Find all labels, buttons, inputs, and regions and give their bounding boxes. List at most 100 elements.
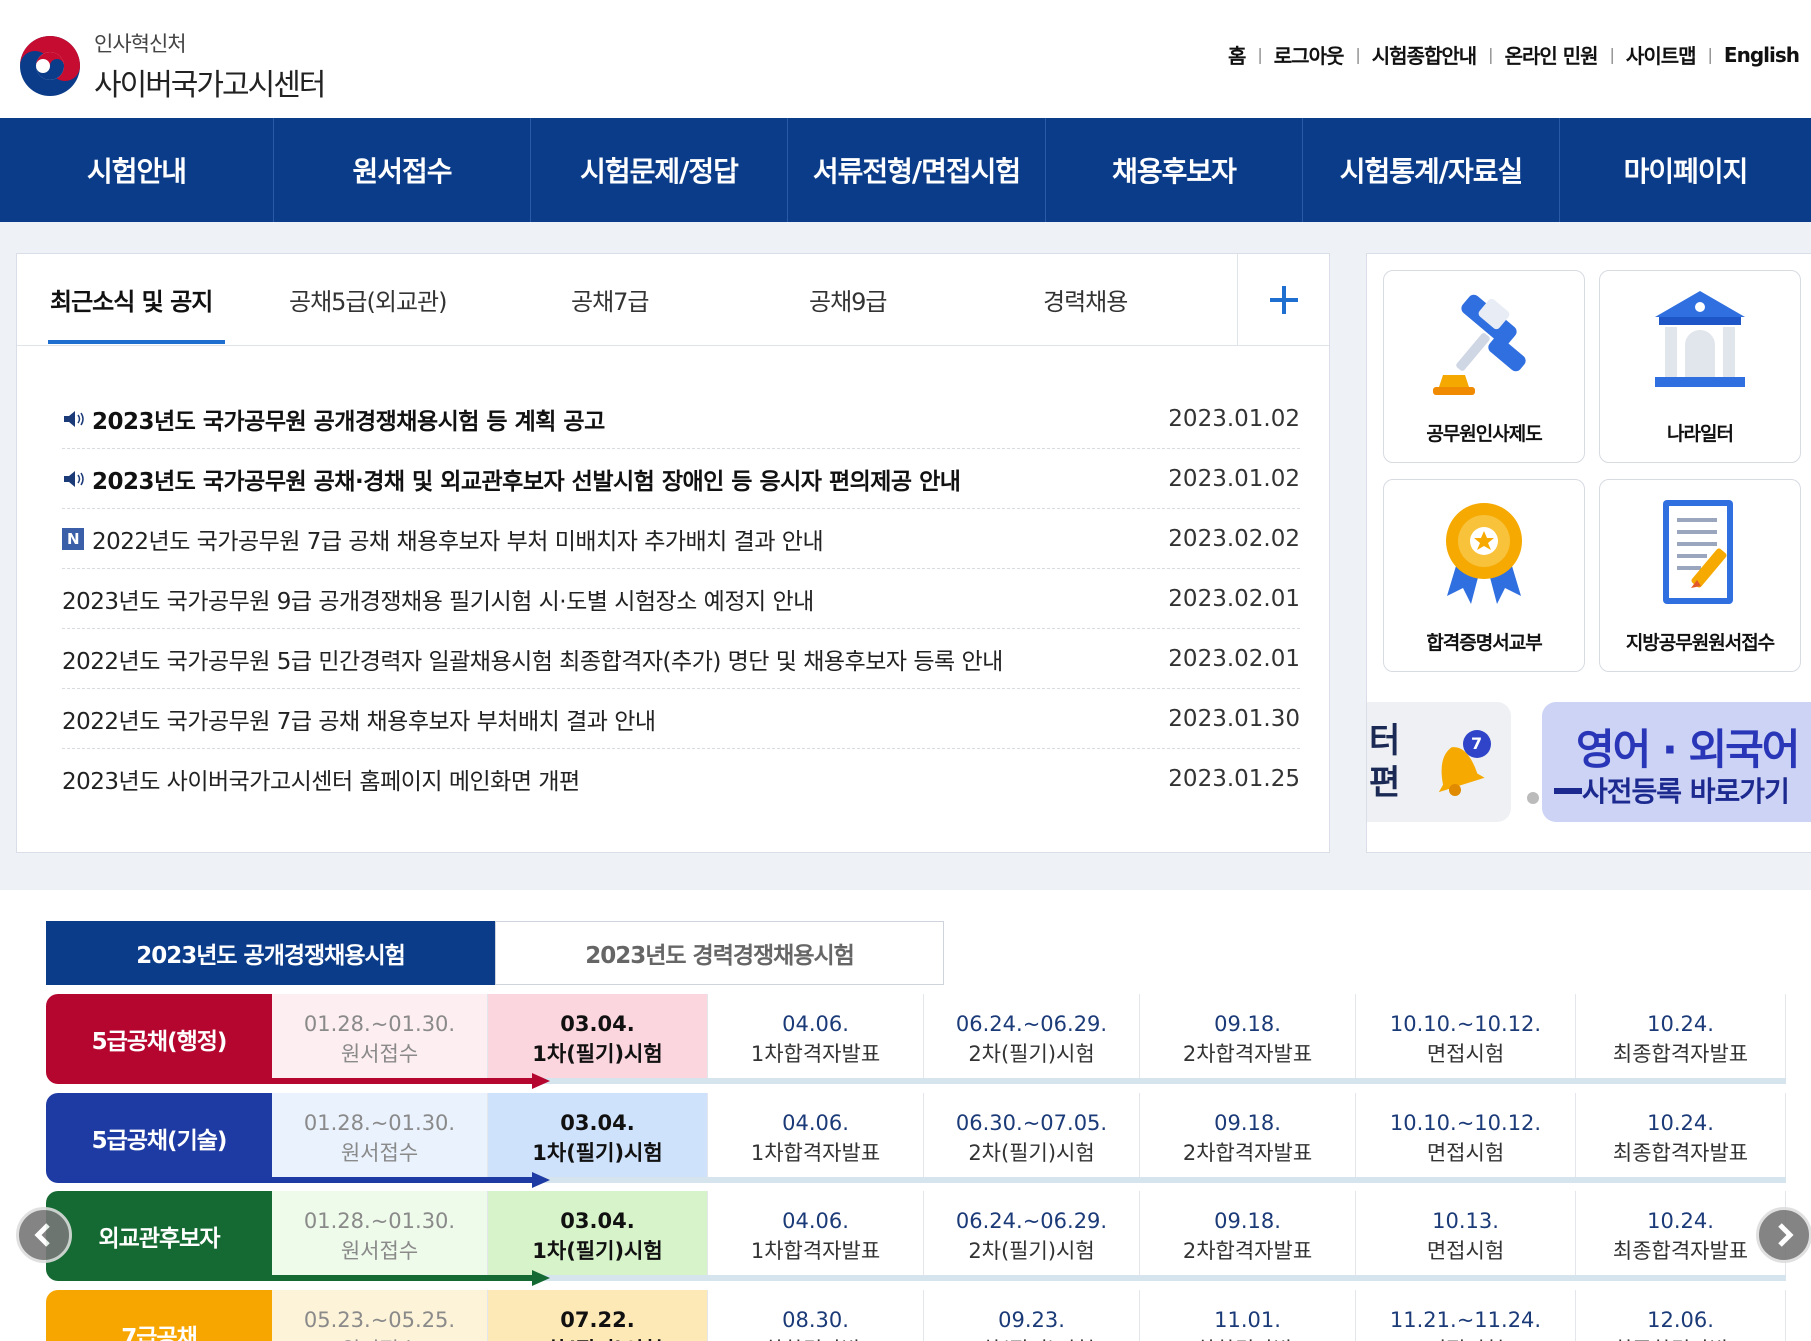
tab-grade9[interactable]: 공채9급 [809, 282, 888, 317]
list-item[interactable]: 2022년도 국가공무원 5급 민간경력자 일괄채용시험 최종합격자(추가) 명… [62, 629, 1300, 689]
medal-icon [1446, 503, 1522, 604]
tab-grade7[interactable]: 공채7급 [571, 282, 650, 317]
schedule-event: 1차(필기)시험 [532, 1335, 662, 1341]
more-plus-icon[interactable] [1237, 254, 1329, 346]
schedule-event: 원서접수 [341, 1335, 418, 1341]
schedule-event: 원서접수 [340, 1239, 419, 1263]
schedule-event: 면접시험 [1426, 1239, 1505, 1263]
schedule-event: 2차(필기)시험 [968, 1239, 1095, 1263]
schedule-event: 1차합격자발표 [751, 1335, 880, 1341]
list-item[interactable]: 2023년도 사이버국가고시센터 홈페이지 메인화면 개편 2023.01.25 [62, 749, 1300, 809]
exam-type-label[interactable]: 7급공채 [46, 1290, 272, 1341]
tab-grade5-diplomat[interactable]: 공채5급(외교관) [289, 282, 447, 317]
site-logo[interactable]: 인사혁신처 사이버국가고시센터 [18, 28, 326, 104]
nav-exam-info[interactable]: 시험안내 [0, 118, 274, 222]
list-item[interactable]: 2023년도 국가공무원 공개경쟁채용시험 등 계획 공고 2023.01.02 [62, 389, 1300, 449]
schedule-cell: 12.06. 최종합격자발표 [1576, 1290, 1786, 1341]
tab-recent-news[interactable]: 최근소식 및 공지 [50, 282, 213, 317]
quick-civil-service-system[interactable]: 공무원인사제도 [1383, 270, 1585, 463]
nav-candidates[interactable]: 채용후보자 [1046, 118, 1303, 222]
speaker-icon [64, 410, 84, 427]
schedule-cell: 09.23. 2차(필기)시험 [924, 1290, 1140, 1341]
schedule-cell: 03.04. 1차(필기)시험 [488, 1191, 708, 1281]
list-item[interactable]: 2023년도 국가공무원 9급 공개경쟁채용 필기시험 시·도별 시험장소 예정… [62, 569, 1300, 629]
banner-text-line: 터 [1369, 721, 1401, 761]
schedule-cell: 06.24.~06.29. 2차(필기)시험 [924, 1191, 1140, 1281]
banner-pagination-dot[interactable] [1527, 792, 1539, 804]
schedule-cell: 10.10.~10.12. 면접시험 [1356, 1093, 1576, 1183]
quick-narailteo[interactable]: 나라일터 [1599, 270, 1801, 463]
foreign-language-banner[interactable]: 영어 · 외국어 사전등록 바로가기 [1542, 702, 1811, 822]
util-exam-guide-link[interactable]: 시험종합안내 [1372, 40, 1477, 69]
schedule-date: 01.28.~01.30. [303, 1209, 456, 1233]
exam-type-label[interactable]: 5급공채(행정) [46, 994, 272, 1084]
prev-arrow-button[interactable] [16, 1207, 72, 1263]
util-online-civil-link[interactable]: 온라인 민원 [1505, 40, 1599, 69]
schedule-cell: 08.30. 1차합격자발표 [708, 1290, 924, 1341]
banner-title: 영어 · 외국어 [1576, 725, 1800, 774]
exam-type-label[interactable]: 5급공채(기술) [46, 1093, 272, 1183]
schedule-row: 외교관후보자 01.28.~01.30. 원서접수 03.04. 1차(필기)시험 04.… [46, 1191, 1786, 1286]
bell-icon [1438, 730, 1491, 796]
schedule-cell: 11.21.~11.24. 면접시험 [1356, 1290, 1576, 1341]
schedule-cell: 03.04. 1차(필기)시험 [488, 1093, 708, 1183]
schedule-cell: 04.06. 1차합격자발표 [708, 1093, 924, 1183]
schedule-date: 09.18. [1214, 1209, 1281, 1233]
nav-application[interactable]: 원서접수 [274, 118, 531, 222]
timeline-arrow-icon [532, 1172, 550, 1188]
notice-date: 2023.01.30 [1168, 705, 1300, 732]
notice-date: 2023.01.25 [1168, 766, 1300, 792]
quick-label: 합격증명서교부 [1426, 632, 1542, 654]
next-arrow-button[interactable] [1756, 1207, 1811, 1263]
list-item[interactable]: 2022년도 국가공무원 7급 공채 채용후보자 부처배치 결과 안내 2023… [62, 689, 1300, 749]
schedule-event: 2차합격자발표 [1182, 1141, 1313, 1165]
nav-exam-answers[interactable]: 시험문제/정답 [531, 118, 788, 222]
quick-local-application[interactable]: 지방공무원원서접수 [1599, 479, 1801, 672]
tab-career-competition[interactable]: 2023년도 경력경쟁채용시험 [495, 921, 944, 985]
schedule-date: 03.04. [560, 1111, 635, 1135]
schedule-cell: 01.28.~01.30. 원서접수 [272, 1093, 488, 1183]
util-home-link[interactable]: 홈 [1228, 40, 1246, 69]
gavel-icon [1433, 294, 1526, 395]
util-english-link[interactable]: English [1724, 43, 1800, 67]
notice-banner[interactable]: 터 편 7 [1367, 702, 1511, 822]
nav-mypage[interactable]: 마이페이지 [1560, 118, 1811, 222]
quick-menu-panel: 공무원인사제도 나라일터 합격증명서교부 지방공무원원서접수 터 편 7 영어 … [1366, 253, 1811, 853]
schedule-date: 04.06. [782, 1111, 849, 1135]
schedule-date: 06.30.~07.05. [955, 1111, 1108, 1135]
schedule-cell: 05.23.~05.25. 원서접수 [272, 1290, 488, 1341]
timeline-progress [272, 1275, 534, 1281]
schedule-event: 최종합격자발표 [1612, 1042, 1749, 1066]
timeline-progress [272, 1177, 534, 1183]
notice-date: 2023.01.02 [1168, 465, 1300, 492]
schedule-date: 04.06. [782, 1209, 849, 1233]
schedule-date: 06.24.~06.29. [955, 1209, 1108, 1233]
schedule-date: 09.18. [1214, 1012, 1281, 1036]
list-item[interactable]: N 2022년도 국가공무원 7급 공채 채용후보자 부처 미배치자 추가배치 … [62, 509, 1300, 569]
list-item[interactable]: 2023년도 국가공무원 공채·경채 및 외교관후보자 선발시험 장애인 등 응… [62, 449, 1300, 509]
schedule-date: 10.24. [1647, 1012, 1714, 1036]
schedule-cell: 09.18. 2차합격자발표 [1140, 994, 1356, 1084]
chevron-right-icon [1778, 1223, 1794, 1247]
nav-statistics[interactable]: 시험통계/자료실 [1303, 118, 1560, 222]
util-sitemap-link[interactable]: 사이트맵 [1626, 40, 1697, 69]
notice-tabs: 최근소식 및 공지 공채5급(외교관) 공채7급 공채9급 경력채용 [17, 254, 1329, 346]
bell-badge: 7 [1471, 734, 1483, 753]
schedule-cell: 11.01. 2차합격자발표 [1140, 1290, 1356, 1341]
schedule-row: 7급공채 05.23.~05.25. 원서접수 07.22. 1차(필기)시험 08.30… [46, 1290, 1786, 1341]
notice-date: 2023.01.02 [1168, 405, 1300, 432]
schedule-date: 10.24. [1647, 1209, 1714, 1233]
quick-pass-certificate[interactable]: 합격증명서교부 [1383, 479, 1585, 672]
schedule-cell: 10.10.~10.12. 면접시험 [1356, 994, 1576, 1084]
util-logout-link[interactable]: 로그아웃 [1274, 40, 1345, 69]
new-icon: N [62, 527, 84, 550]
schedule-row: 5급공채(기술) 01.28.~01.30. 원서접수 03.04. 1차(필기)시험 0… [46, 1093, 1786, 1188]
nav-interview[interactable]: 서류전형/면접시험 [788, 118, 1046, 222]
tab-open-competition[interactable]: 2023년도 공개경쟁채용시험 [46, 921, 495, 985]
notice-title: 2023년도 국가공무원 9급 공개경쟁채용 필기시험 시·도별 시험장소 예정… [62, 588, 814, 615]
taegeuk-logo-icon [20, 36, 80, 96]
exam-type-label[interactable]: 외교관후보자 [46, 1191, 272, 1281]
tab-career[interactable]: 경력채용 [1043, 282, 1128, 317]
timeline-progress [272, 1078, 534, 1084]
schedule-tabs: 2023년도 공개경쟁채용시험 2023년도 경력경쟁채용시험 [46, 921, 944, 985]
